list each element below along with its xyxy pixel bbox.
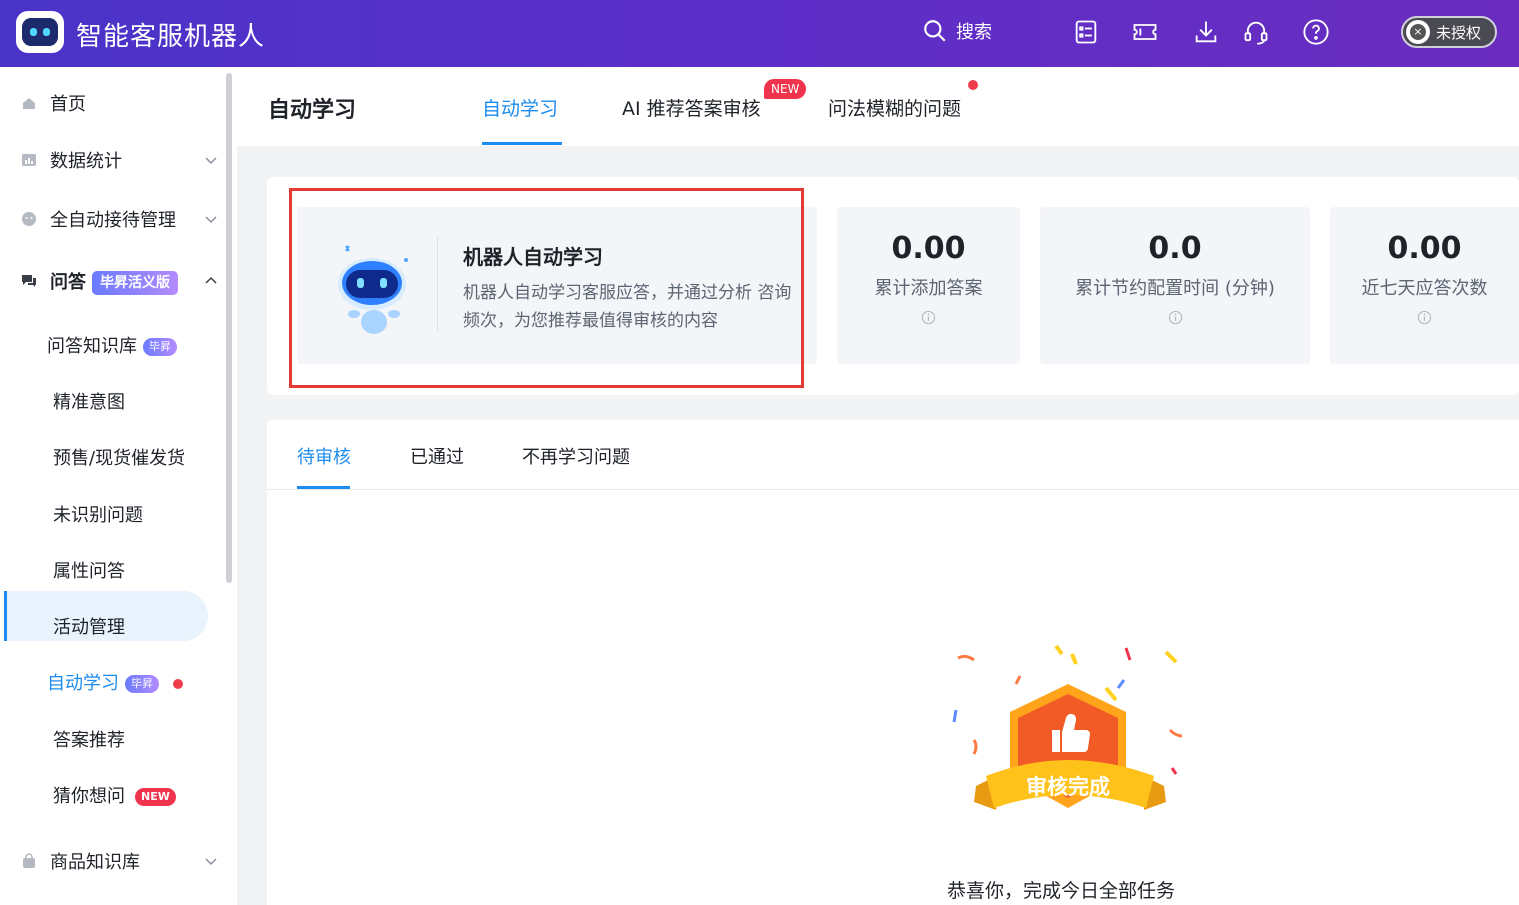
stat-label: 累计添加答案: [874, 278, 983, 299]
bisheng-badge: 毕昇活义版: [92, 270, 178, 295]
stat-label: 累计节约配置时间 (分钟): [1075, 278, 1275, 299]
sidebar-item-home[interactable]: 首页: [0, 92, 225, 115]
sidebar-item-product-knowledge[interactable]: 商品知识库: [0, 850, 225, 873]
sidebar: [0, 67, 237, 905]
stat-card-answers-added: 0.00 累计添加答案: [837, 207, 1020, 364]
sidebar-item-qa-knowledge[interactable]: 问答知识库 毕昇: [0, 334, 225, 357]
search-label: 搜索: [956, 22, 992, 43]
stat-label: 近七天应答次数: [1361, 278, 1488, 299]
bag-icon: [23, 853, 35, 868]
sidebar-item-statistics[interactable]: 数据统计: [0, 149, 225, 172]
stat-value: 0.00: [891, 231, 966, 266]
top-bar: 智能客服机器人 搜索 × 未授权: [0, 0, 1519, 67]
headset-icon[interactable]: [1242, 18, 1270, 46]
sidebar-scrollbar[interactable]: [226, 73, 232, 583]
chevron-down-icon: [205, 216, 217, 224]
page-header: 自动学习 自动学习 AI 推荐答案审核 NEW 问法模糊的问题: [237, 67, 1519, 146]
app-title: 智能客服机器人: [76, 22, 266, 52]
home-icon: [23, 98, 35, 109]
active-tab-indicator: [482, 142, 562, 145]
sidebar-item-auto-learning[interactable]: 自动学习 毕昇: [0, 671, 225, 694]
notification-dot: [173, 679, 183, 689]
sidebar-item-auto-reception[interactable]: 全自动接待管理: [0, 208, 225, 231]
review-panel: [267, 420, 1519, 905]
sidebar-item-attribute-qa[interactable]: 属性问答: [0, 559, 225, 582]
sidebar-item-activity[interactable]: 活动管理: [0, 615, 225, 638]
new-badge: NEW: [764, 79, 807, 99]
sidebar-item-answer-recommend[interactable]: 答案推荐: [0, 728, 225, 751]
robot-logo-icon: [16, 11, 64, 53]
stat-card-time-saved: 0.0 累计节约配置时间 (分钟): [1040, 207, 1310, 364]
search-icon: [924, 20, 946, 42]
stat-value: 0.00: [1387, 231, 1462, 266]
bisheng-badge: 毕昇: [125, 675, 159, 693]
stat-value: 0.0: [1148, 231, 1202, 266]
notification-dot: [968, 80, 978, 90]
info-icon[interactable]: [1417, 310, 1432, 325]
list-icon[interactable]: [1072, 18, 1100, 46]
page-title: 自动学习: [268, 98, 357, 123]
unauthorized-button[interactable]: × 未授权: [1401, 16, 1497, 48]
tab-fuzzy-questions[interactable]: 问法模糊的问题: [828, 94, 961, 121]
review-complete-illustration: 审核完成: [952, 644, 1183, 810]
sidebar-item-guess-ask[interactable]: 猜你想问 NEW: [0, 784, 225, 807]
smile-icon: [22, 212, 36, 226]
sidebar-item-presale[interactable]: 预售/现货催发货: [0, 446, 225, 469]
sidebar-item-unrecognized[interactable]: 未识别问题: [0, 503, 225, 526]
stat-card-weekly-replies: 0.00 近七天应答次数: [1330, 207, 1519, 364]
bisheng-badge: 毕昇: [143, 338, 177, 356]
tab-auto-learning[interactable]: 自动学习: [482, 94, 558, 121]
chat-icon: [22, 275, 36, 287]
tab-approved[interactable]: 已通过: [410, 443, 464, 469]
download-icon[interactable]: [1192, 18, 1220, 46]
search-button[interactable]: 搜索: [922, 18, 992, 44]
close-circle-icon: ×: [1406, 20, 1430, 44]
chevron-down-icon: [205, 157, 217, 165]
sidebar-item-qa[interactable]: 问答 毕昇活义版: [0, 268, 225, 295]
tab-no-longer-learn[interactable]: 不再学习问题: [522, 443, 630, 469]
ticket-icon[interactable]: [1131, 18, 1159, 46]
tab-ai-answer-review[interactable]: AI 推荐答案审核: [622, 94, 761, 121]
badge-text: 审核完成: [1026, 775, 1110, 799]
highlight-frame: [289, 188, 804, 388]
auth-label: 未授权: [1436, 23, 1482, 42]
chevron-down-icon: [205, 858, 217, 866]
chart-icon: [22, 154, 36, 166]
chevron-up-icon: [205, 276, 217, 284]
tab-pending-review[interactable]: 待审核: [297, 443, 351, 469]
new-badge: NEW: [135, 788, 176, 806]
help-icon[interactable]: [1302, 18, 1330, 46]
sidebar-item-label: 问答: [50, 271, 86, 293]
empty-state-text: 恭喜你，完成今日全部任务: [947, 880, 1176, 902]
tab-divider: [267, 489, 1519, 490]
info-icon[interactable]: [1168, 310, 1183, 325]
info-icon[interactable]: [921, 310, 936, 325]
sidebar-item-intent[interactable]: 精准意图: [0, 390, 225, 413]
